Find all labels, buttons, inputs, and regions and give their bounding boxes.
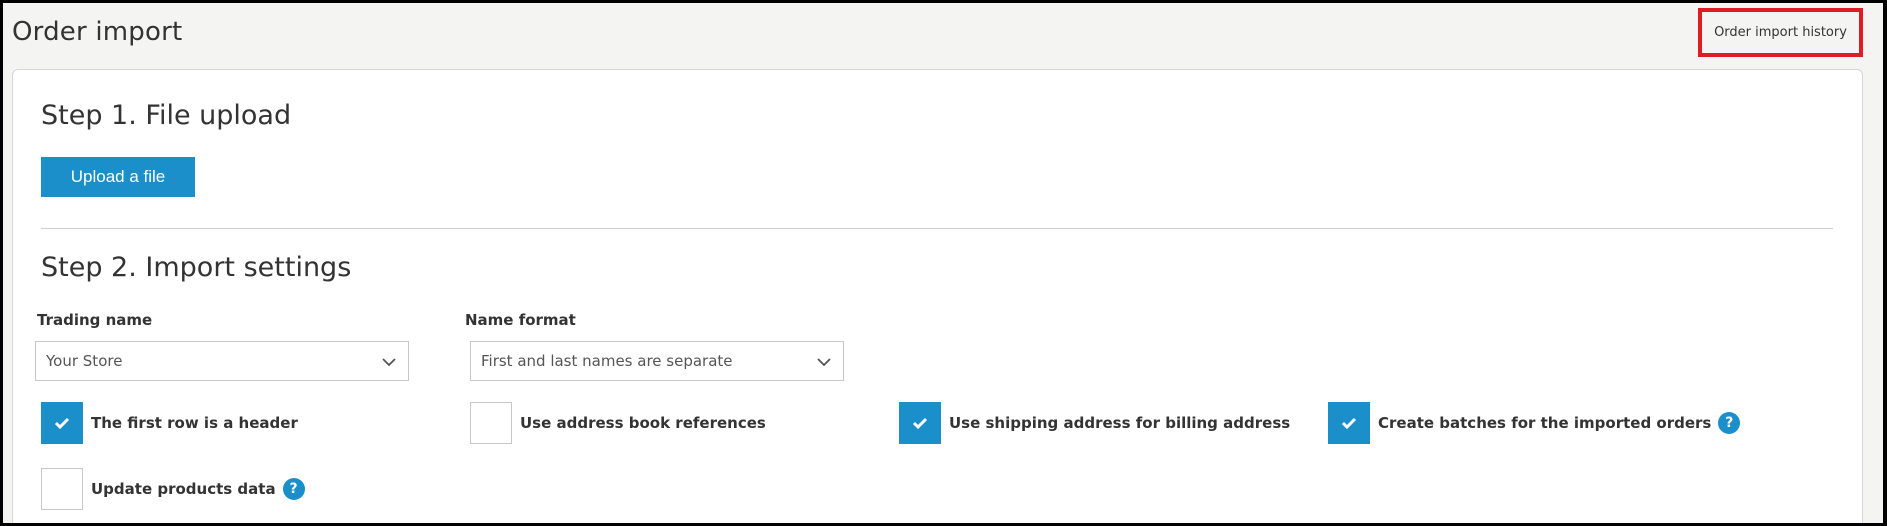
checkbox-box[interactable] [1328,402,1370,444]
trading-name-select[interactable]: Your Store [35,341,409,381]
section-divider [41,228,1833,229]
address-book-references-checkbox[interactable]: Use address book references [470,402,766,444]
step1-title: Step 1. File upload [41,100,292,131]
create-batches-checkbox[interactable]: Create batches for the imported orders ? [1328,402,1741,444]
checkbox-box[interactable] [41,468,83,510]
order-import-history-link[interactable]: Order import history [1698,8,1863,57]
app-frame: Order import Order import history Step 1… [3,3,1883,523]
trading-name-value: Your Store [46,352,123,370]
shipping-for-billing-checkbox[interactable]: Use shipping address for billing address [899,402,1290,444]
name-format-label: Name format [465,311,576,329]
first-row-header-checkbox[interactable]: The first row is a header [41,402,298,444]
checkmark-icon [54,417,70,430]
checkbox-label: Update products data [91,480,276,498]
checkmark-icon [1341,417,1357,430]
trading-name-label: Trading name [37,311,153,329]
page-title: Order import [12,17,183,47]
checkmark-icon [912,417,928,430]
step2-title: Step 2. Import settings [41,252,352,283]
checkbox-box[interactable] [899,402,941,444]
checkbox-label: Use shipping address for billing address [949,414,1291,432]
checkbox-label: Create batches for the imported orders [1378,414,1712,432]
name-format-select[interactable]: First and last names are separate [470,341,844,381]
upload-file-button[interactable]: Upload a file [41,157,195,197]
import-card: Step 1. File upload Upload a file Step 2… [12,69,1863,523]
update-products-checkbox[interactable]: Update products data ? [41,468,305,510]
checkbox-label: The first row is a header [91,414,298,432]
help-icon[interactable]: ? [1718,412,1741,434]
help-icon[interactable]: ? [282,478,305,500]
chevron-down-icon [382,358,396,367]
chevron-down-icon [817,358,831,367]
name-format-value: First and last names are separate [481,352,733,370]
checkbox-label: Use address book references [520,414,766,432]
checkbox-box[interactable] [470,402,512,444]
checkbox-box[interactable] [41,402,83,444]
